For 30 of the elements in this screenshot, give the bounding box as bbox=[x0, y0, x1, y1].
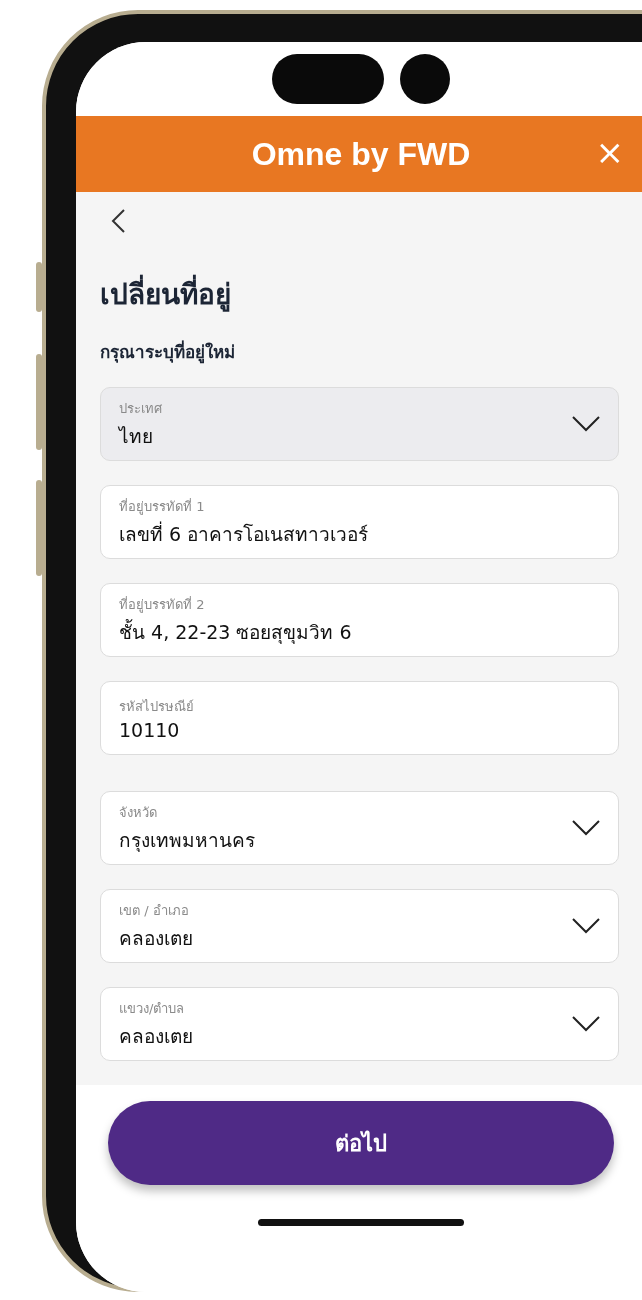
chevron-down-icon bbox=[572, 1016, 600, 1032]
field-value: ชั้น 4, 22-23 ซอยสุขุมวิท 6 bbox=[119, 618, 353, 646]
dropdown-field[interactable]: แขวง/ตำบล คลองเตย bbox=[100, 987, 619, 1061]
input-field[interactable]: รหัสไปรษณีย์ 10110 bbox=[100, 681, 619, 755]
input-field[interactable]: ที่อยู่บรรทัดที่ 2 ชั้น 4, 22-23 ซอยสุขุมวิท 6 bbox=[100, 583, 619, 657]
field-value: ไทย bbox=[119, 423, 154, 449]
dropdown-field[interactable]: เขต / อำเภอ คลองเตย bbox=[100, 889, 619, 963]
chevron-down-icon bbox=[572, 416, 600, 432]
field-label: รหัสไปรษณีย์ bbox=[119, 697, 195, 716]
header-title: Omne by FWD bbox=[251, 135, 471, 173]
field-label: เขต / อำเภอ bbox=[119, 901, 190, 920]
field-value: คลองเตย bbox=[119, 1023, 194, 1049]
field-label: ที่อยู่บรรทัดที่ 2 bbox=[119, 595, 206, 615]
dropdown-field[interactable]: จังหวัด กรุงเทพมหานคร bbox=[100, 791, 619, 865]
chevron-down-icon bbox=[572, 918, 600, 934]
field-label: ที่อยู่บรรทัดที่ 1 bbox=[119, 497, 206, 517]
next-button[interactable]: ต่อไป bbox=[108, 1101, 614, 1185]
field-label: จังหวัด bbox=[119, 803, 158, 822]
camera-icon bbox=[400, 54, 450, 104]
input-field[interactable]: ที่อยู่บรรทัดที่ 1 เลขที่ 6 อาคารโอเนสทาวเวอร์ bbox=[100, 485, 619, 559]
field-value: เลขที่ 6 อาคารโอเนสทาวเวอร์ bbox=[119, 520, 370, 547]
page-title: เปลี่ยนที่อยู่ bbox=[100, 272, 619, 316]
chevron-down-icon bbox=[572, 820, 600, 836]
page-subtitle: กรุณาระบุที่อยู่ใหม่ bbox=[100, 339, 236, 365]
field-value: คลองเตย bbox=[119, 925, 194, 951]
field-label: ประเทศ bbox=[119, 399, 163, 418]
back-icon[interactable] bbox=[110, 208, 126, 234]
field-value: กรุงเทพมหานคร bbox=[119, 827, 256, 854]
field-value: 10110 bbox=[119, 718, 181, 741]
field-label: แขวง/ตำบล bbox=[119, 999, 186, 1018]
